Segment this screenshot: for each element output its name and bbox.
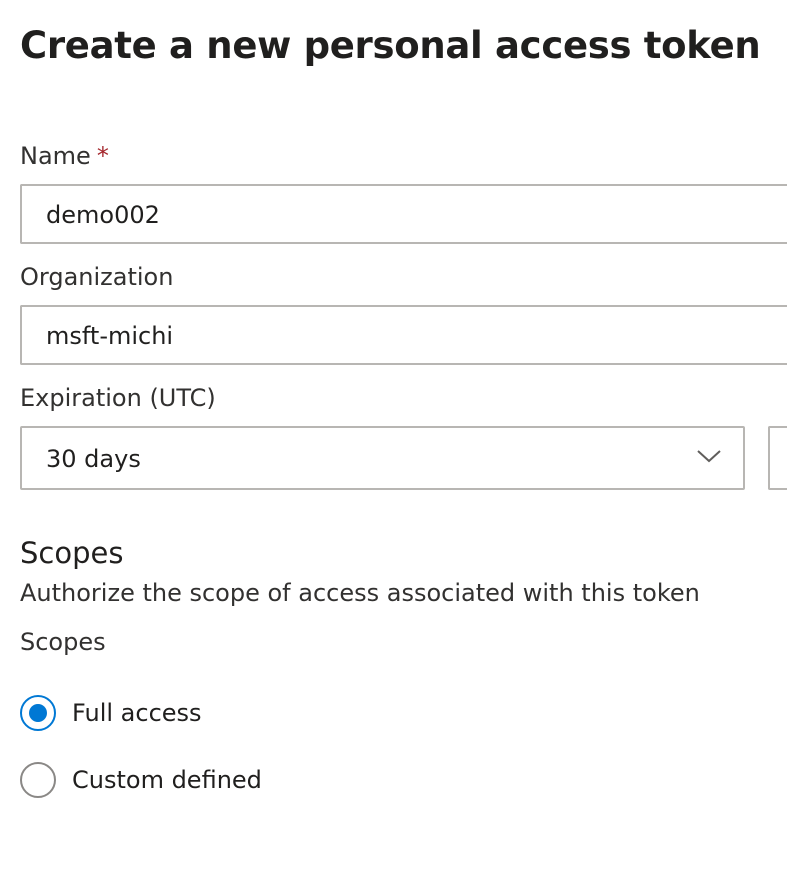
- create-token-panel: Create a new personal access token Name *…: [0, 0, 787, 895]
- radio-full-access-label: Full access: [72, 699, 202, 727]
- organization-label: Organization: [20, 263, 174, 291]
- radio-full-access[interactable]: Full access: [20, 693, 202, 733]
- radio-custom-defined[interactable]: Custom defined: [20, 760, 262, 800]
- page-title: Create a new personal access token: [20, 24, 761, 67]
- chevron-down-icon: [697, 450, 721, 463]
- name-input[interactable]: demo002: [20, 184, 787, 244]
- name-label: Name *: [20, 142, 109, 170]
- radio-selected-icon: [20, 695, 56, 731]
- radio-custom-defined-label: Custom defined: [72, 766, 262, 794]
- expiration-date-picker[interactable]: [768, 426, 787, 490]
- expiration-label: Expiration (UTC): [20, 384, 216, 412]
- scopes-group-label: Scopes: [20, 628, 106, 656]
- radio-unselected-icon: [20, 762, 56, 798]
- organization-select[interactable]: msft-michi: [20, 305, 787, 365]
- expiration-dropdown[interactable]: 30 days: [20, 426, 745, 490]
- scopes-section-title: Scopes: [20, 536, 124, 570]
- scopes-description: Authorize the scope of access associated…: [20, 579, 700, 607]
- organization-select-value: msft-michi: [46, 322, 174, 350]
- name-input-value: demo002: [46, 201, 160, 229]
- expiration-dropdown-value: 30 days: [46, 445, 141, 473]
- name-label-text: Name: [20, 142, 91, 170]
- required-marker: *: [96, 142, 109, 170]
